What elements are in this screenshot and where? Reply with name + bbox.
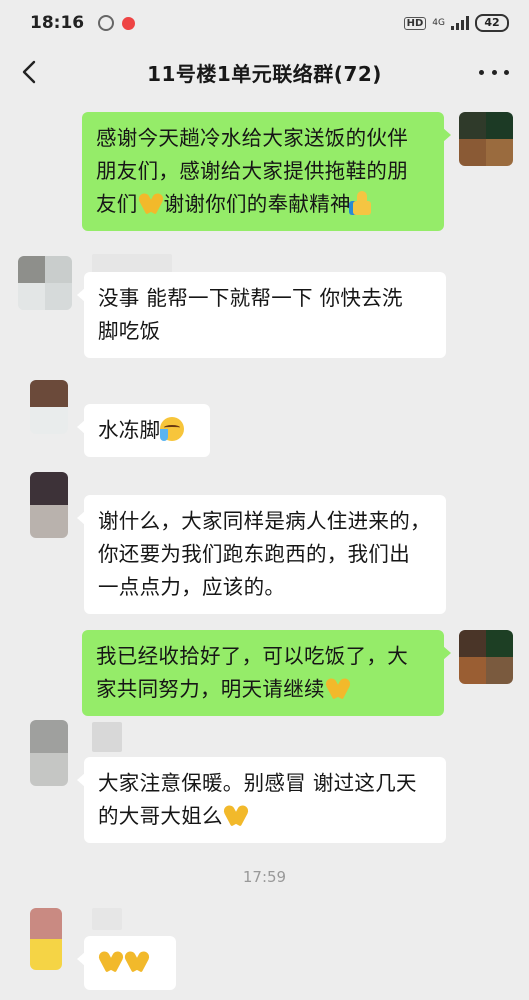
pray-icon — [325, 676, 351, 700]
message-line: 没事 能帮一下就帮一下 你快去洗 — [98, 286, 403, 310]
network-icon — [98, 15, 115, 31]
signal-icon — [451, 16, 469, 30]
chat-timestamp: 17:59 — [242, 868, 287, 886]
message-line: 谢谢你们的奉献精神 — [163, 192, 351, 216]
battery-icon: 42 — [475, 14, 509, 32]
pray-icon — [138, 191, 164, 215]
message-bubble[interactable]: 感谢今天趟冷水给大家送饭的伙伴 朋友们，感谢给大家提供拖鞋的朋 友们 谢谢你们的奉… — [82, 112, 451, 231]
message-bubble[interactable] — [77, 936, 176, 990]
avatar[interactable] — [18, 256, 72, 310]
message-line: 友们 — [96, 192, 138, 216]
message-line: 朋友们，感谢给大家提供拖鞋的朋 — [96, 159, 408, 183]
thumbs-up-icon — [351, 191, 375, 215]
sender-nickname — [92, 254, 172, 274]
message-bubble[interactable]: 我已经收拾好了，可以吃饭了，大 家共同努力，明天请继续 — [82, 630, 451, 716]
sender-nickname — [92, 908, 122, 930]
avatar[interactable] — [30, 908, 62, 970]
status-bar: 18:16 HD 4G 42 — [0, 0, 529, 46]
pray-icon — [124, 949, 150, 973]
message-line: 我已经收拾好了，可以吃饭了，大 — [96, 644, 408, 668]
avatar[interactable] — [30, 720, 68, 786]
hd-badge: HD — [403, 16, 427, 30]
status-time: 18:16 — [30, 13, 85, 33]
avatar[interactable] — [459, 112, 513, 166]
avatar[interactable] — [30, 472, 68, 538]
chat-title: 11号楼1单元联络群(72) — [147, 61, 382, 86]
message-line: 谢什么，大家同样是病人住进来的， — [98, 509, 431, 533]
more-button[interactable] — [479, 58, 509, 86]
message-text: 水冻脚 — [98, 418, 161, 442]
back-button[interactable] — [16, 58, 44, 86]
location-icon — [122, 16, 136, 30]
network-type: 4G — [432, 17, 445, 28]
message-line: 大家注意保暖。别感冒 谢过这几天 — [98, 771, 417, 795]
message-bubble[interactable]: 水冻脚 — [77, 404, 210, 457]
avatar[interactable] — [459, 630, 513, 684]
message-line: 家共同努力，明天请继续 — [96, 677, 325, 701]
sender-nickname — [92, 722, 122, 752]
chevron-left-icon — [22, 60, 36, 84]
avatar[interactable] — [30, 380, 68, 434]
message-line: 感谢今天趟冷水给大家送饭的伙伴 — [96, 126, 408, 150]
message-line: 一点点力，应该的。 — [98, 575, 286, 599]
message-bubble[interactable]: 大家注意保暖。别感冒 谢过这几天 的大哥大姐么 — [77, 757, 446, 843]
message-line: 的大哥大姐么 — [98, 804, 223, 828]
message-line: 脚吃饭 — [98, 319, 161, 343]
chat-header: 11号楼1单元联络群(72) — [0, 46, 529, 98]
message-bubble[interactable]: 没事 能帮一下就帮一下 你快去洗 脚吃饭 — [77, 272, 446, 358]
message-bubble[interactable]: 谢什么，大家同样是病人住进来的， 你还要为我们跑东跑西的，我们出 一点点力，应该… — [77, 495, 446, 614]
pray-icon — [223, 803, 249, 827]
crying-laughing-icon — [160, 417, 185, 441]
pray-icon — [98, 949, 124, 973]
more-dots-icon — [479, 69, 484, 75]
message-line: 你还要为我们跑东跑西的，我们出 — [98, 542, 410, 566]
